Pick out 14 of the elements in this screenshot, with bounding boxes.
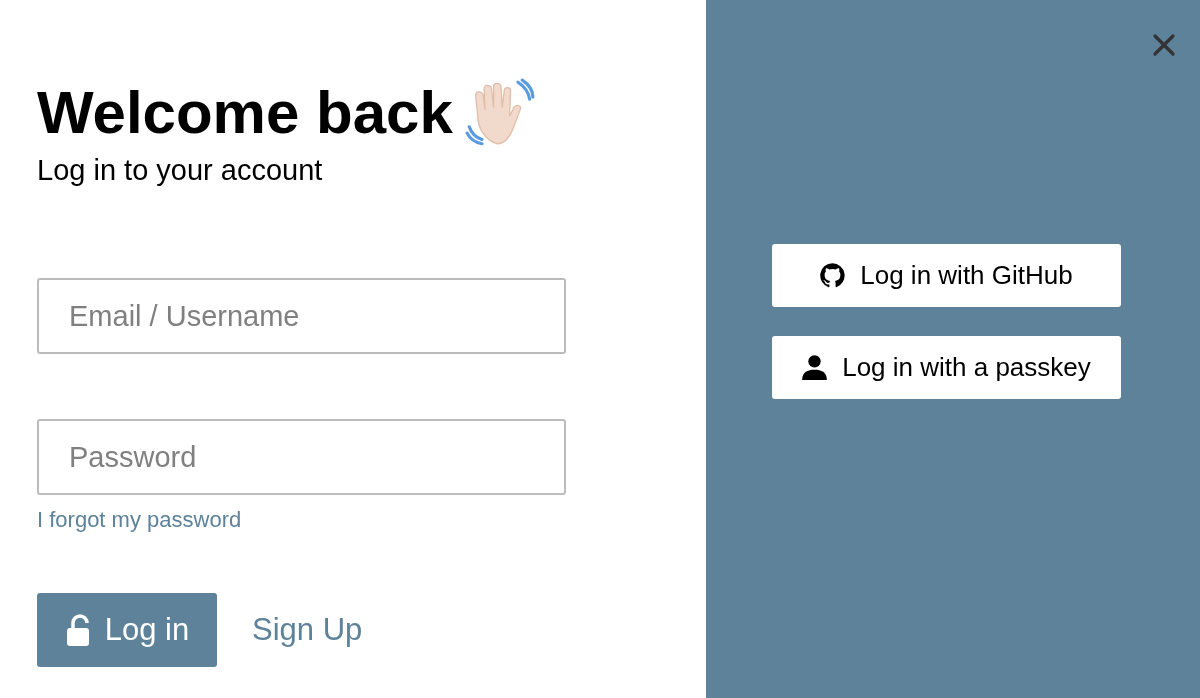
sign-up-link[interactable]: Sign Up [252,612,363,648]
close-icon[interactable] [1152,33,1176,57]
github-login-button[interactable]: Log in with GitHub [771,243,1121,307]
waving-hand-icon [464,78,535,148]
email-field[interactable]: Email / Username [37,278,566,354]
passkey-login-button[interactable]: Log in with a passkey [771,335,1121,399]
password-field[interactable]: Password [37,419,566,495]
person-icon [801,353,829,381]
unlocked-padlock-icon [64,614,91,646]
login-button[interactable]: Log in [37,593,217,667]
github-icon [819,261,847,289]
page-title: Welcome back [37,79,453,147]
forgot-password-link[interactable]: I forgot my password [37,507,242,533]
page-subtitle: Log in to your account [37,153,323,188]
